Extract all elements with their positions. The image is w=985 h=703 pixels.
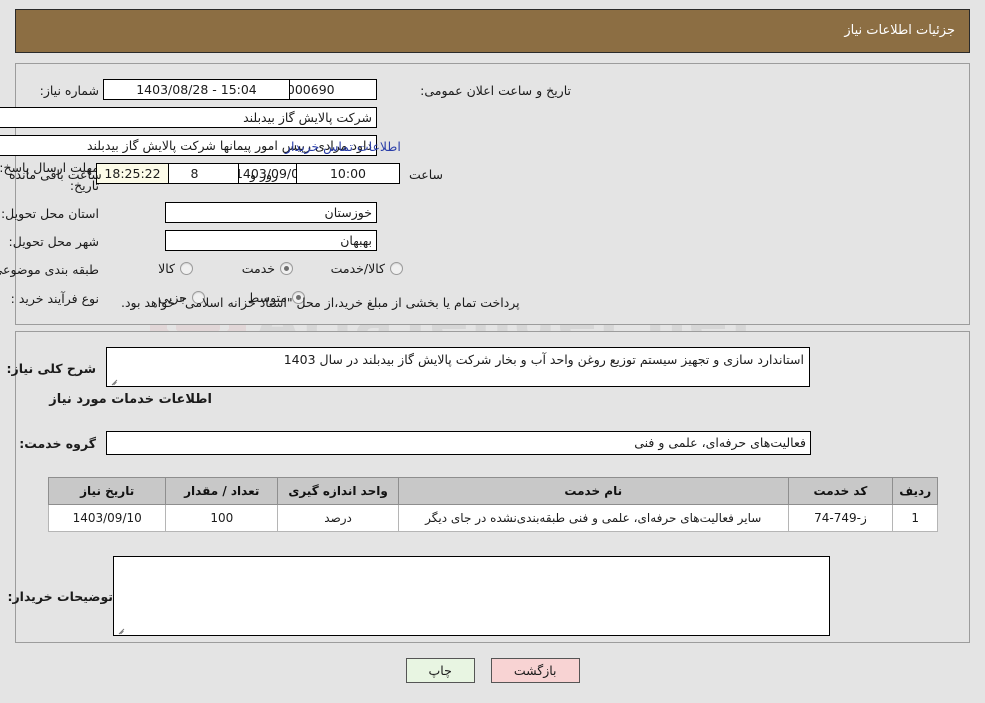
th-radif: ردیف	[892, 477, 938, 505]
resize-grip-icon-2[interactable]	[117, 625, 126, 634]
cell-date: 1403/09/10	[47, 504, 167, 532]
time-remaining-suffix: ساعت باقی مانده	[9, 167, 102, 182]
purchase-process-note: پرداخت تمام یا بخشی از مبلغ خرید،از محل …	[121, 295, 520, 310]
action-buttons: بازگشت چاپ	[0, 658, 985, 683]
th-date: تاریخ نیاز	[47, 477, 167, 505]
th-unit: واحد اندازه گیری	[277, 477, 399, 505]
cell-radif: 1	[892, 504, 938, 532]
need-info-panel	[15, 63, 970, 325]
cell-unit: درصد	[277, 504, 399, 532]
buyer-comments-label: توضیحات خریدار:	[7, 589, 113, 604]
th-qty: تعداد / مقدار	[165, 477, 279, 505]
cell-code: ز-749-74	[787, 504, 894, 532]
print-button[interactable]: چاپ	[405, 658, 475, 683]
radio-khedmat-label: خدمت	[241, 261, 275, 276]
delivery-province-label: استان محل تحویل:	[0, 206, 99, 221]
service-group-label: گروه خدمت:	[19, 436, 96, 451]
return-button[interactable]: بازگشت	[490, 658, 580, 683]
radio-option-kala[interactable]: کالا	[158, 261, 193, 276]
page-title: جزئیات اطلاعات نیاز	[844, 23, 955, 38]
need-number-label: شماره نیاز:	[39, 83, 99, 98]
cell-name: سایر فعالیت‌های حرفه‌ای، علمی و فنی طبقه…	[398, 504, 789, 532]
radio-kala-label: کالا	[158, 261, 175, 276]
radio-kala-khedmat-icon[interactable]	[390, 262, 403, 275]
delivery-province-field[interactable]: خوزستان	[165, 202, 377, 223]
table-row: 1 ز-749-74 سایر فعالیت‌های حرفه‌ای، علمی…	[47, 504, 938, 532]
th-code: کد خدمت	[787, 477, 894, 505]
th-name: نام خدمت	[398, 477, 789, 505]
purchase-process-label: نوع فرآیند خرید :	[10, 291, 99, 306]
radio-khedmat-icon[interactable]	[280, 262, 293, 275]
page-root: AriaTender.net جزئیات اطلاعات نیاز شماره…	[0, 0, 985, 703]
service-group-field[interactable]: فعالیت‌های حرفه‌ای، علمی و فنی	[106, 431, 811, 455]
deadline-hour-label: ساعت	[409, 167, 444, 182]
delivery-city-field[interactable]: بهبهان	[165, 230, 377, 251]
general-description-value: استاندارد سازی و تجهیز سیستم توزیع روغن …	[283, 352, 804, 367]
services-table: ردیف کد خدمت نام خدمت واحد اندازه گیری ت…	[47, 477, 938, 532]
general-description-textarea[interactable]: استاندارد سازی و تجهیز سیستم توزیع روغن …	[106, 347, 810, 387]
section-title: اطلاعات خدمات مورد نیاز	[49, 392, 212, 407]
announce-datetime-label: تاریخ و ساعت اعلان عمومی:	[420, 83, 571, 98]
subject-classification-label: طبقه بندی موضوعی:	[0, 262, 99, 277]
radio-option-khedmat[interactable]: خدمت	[242, 261, 293, 276]
radio-kala-icon[interactable]	[180, 262, 193, 275]
resize-grip-icon[interactable]	[110, 376, 119, 385]
cell-qty: 100	[165, 504, 279, 532]
buyer-org-field[interactable]: شرکت پالایش گاز بیدبلند	[0, 107, 377, 128]
radio-kala-khedmat-label: کالا/خدمت	[330, 261, 385, 276]
page-header: جزئیات اطلاعات نیاز	[15, 9, 970, 53]
time-remaining-field: 18:25:22	[96, 163, 169, 184]
radio-option-kala-khedmat[interactable]: کالا/خدمت	[331, 261, 403, 276]
delivery-city-label: شهر محل تحویل:	[8, 234, 99, 249]
table-header-row: ردیف کد خدمت نام خدمت واحد اندازه گیری ت…	[47, 477, 938, 505]
deadline-hour-field[interactable]: 10:00	[296, 163, 400, 184]
days-remaining-label: روز و	[250, 167, 279, 182]
general-description-label: شرح کلی نیاز:	[6, 361, 96, 376]
buyer-contact-link[interactable]: اطلاعات تماس خریدار	[285, 139, 401, 154]
buyer-comments-textarea[interactable]	[113, 556, 830, 636]
announce-datetime-field[interactable]: 1403/08/28 - 15:04	[103, 79, 290, 100]
